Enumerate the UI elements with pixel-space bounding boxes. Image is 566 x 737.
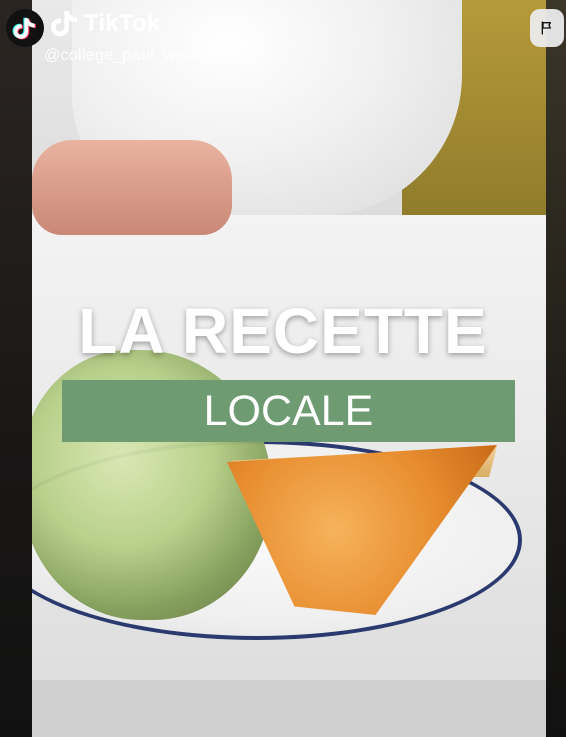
report-button[interactable] bbox=[530, 9, 564, 47]
recipe-title: LA RECETTE bbox=[78, 295, 488, 367]
recipe-banner-text: LOCALE bbox=[203, 387, 374, 435]
table-edge bbox=[32, 680, 546, 737]
tiktok-note-icon bbox=[51, 11, 77, 37]
recipe-banner: LOCALE bbox=[62, 380, 515, 442]
tiktok-brand-text[interactable]: TikTok bbox=[84, 10, 160, 38]
flag-icon bbox=[541, 21, 551, 35]
tiktok-video-frame[interactable]: LA RECETTE LOCALE TikTok @college_paul_w… bbox=[0, 0, 566, 737]
hand bbox=[32, 140, 232, 235]
video-left-edge bbox=[0, 0, 32, 737]
video-right-edge bbox=[546, 0, 566, 737]
tiktok-logo-glyph bbox=[12, 17, 36, 40]
creator-handle[interactable]: @college_paul_wernert bbox=[44, 47, 219, 65]
tiktok-logo-icon[interactable] bbox=[6, 9, 44, 47]
video-player[interactable] bbox=[32, 0, 546, 737]
